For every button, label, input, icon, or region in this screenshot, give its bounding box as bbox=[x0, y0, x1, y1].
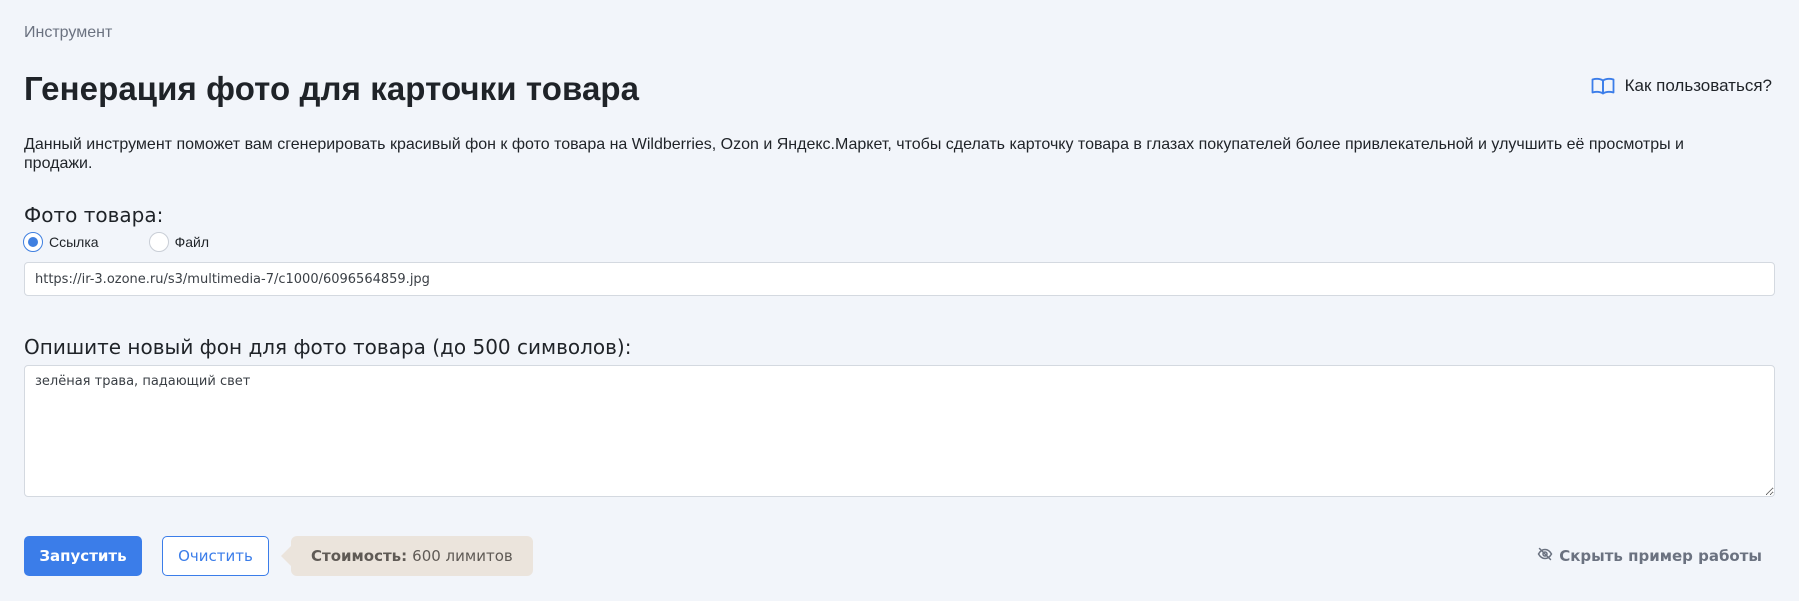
help-link-label: Как пользоваться? bbox=[1624, 76, 1772, 95]
cost-badge: Стоимость: 600 лимитов bbox=[281, 536, 533, 576]
cost-label: Стоимость: bbox=[311, 547, 408, 565]
background-description-textarea[interactable]: зелёная трава, падающий свет bbox=[24, 365, 1775, 497]
photo-source-radio-group: Ссылка Файл bbox=[23, 232, 209, 252]
cost-value: 600 лимитов bbox=[412, 547, 513, 565]
page-title: Генерация фото для карточки товара bbox=[24, 70, 640, 107]
hide-example-button[interactable]: Скрыть пример работы bbox=[1537, 546, 1762, 566]
run-button[interactable]: Запустить bbox=[24, 536, 142, 576]
radio-link-label: Ссылка bbox=[49, 234, 99, 250]
help-link[interactable]: Как пользоваться? bbox=[1591, 76, 1772, 96]
background-section-label: Опишите новый фон для фото товара (до 50… bbox=[24, 335, 632, 359]
book-icon bbox=[1591, 77, 1615, 95]
photo-section-label: Фото товара: bbox=[24, 203, 164, 227]
breadcrumb[interactable]: Инструмент bbox=[24, 24, 112, 42]
tool-description: Данный инструмент поможет вам сгенериров… bbox=[24, 136, 1684, 172]
hide-example-label: Скрыть пример работы bbox=[1559, 547, 1762, 565]
clear-button[interactable]: Очистить bbox=[162, 536, 269, 576]
actions-bar: Запустить Очистить Стоимость: 600 лимито… bbox=[24, 536, 533, 576]
photo-url-input[interactable] bbox=[24, 262, 1775, 296]
eye-off-icon bbox=[1537, 546, 1553, 566]
radio-file-label: Файл bbox=[174, 234, 209, 250]
radio-file-button[interactable] bbox=[148, 232, 169, 252]
radio-link-button[interactable] bbox=[23, 232, 43, 252]
radio-file-option[interactable]: Файл bbox=[148, 232, 209, 252]
radio-link-option[interactable]: Ссылка bbox=[23, 232, 99, 252]
